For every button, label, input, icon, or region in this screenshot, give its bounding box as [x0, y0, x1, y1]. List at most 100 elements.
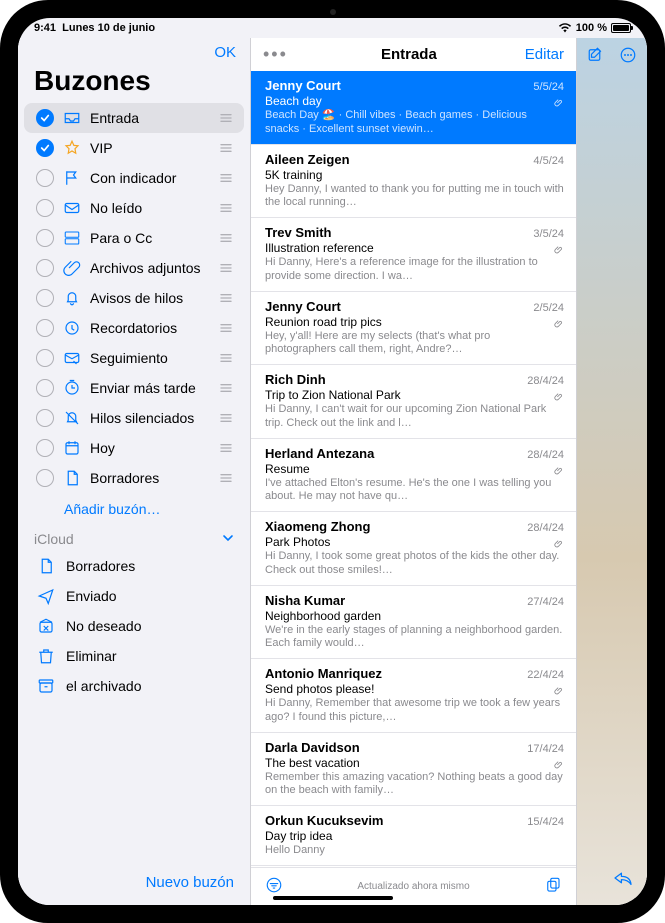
message-row[interactable]: Herland Antezana28/4/24ResumeI've attach… — [251, 439, 576, 513]
ellipsis-circle-icon[interactable] — [617, 44, 639, 66]
mailbox-item-followup[interactable]: Seguimiento — [24, 343, 244, 373]
drag-handle-icon[interactable] — [218, 323, 234, 333]
battery-pct: 100 % — [576, 22, 607, 34]
mailboxes-sidebar: OK Buzones EntradaVIPCon indicadorNo leí… — [18, 38, 251, 905]
mailbox-item-bell[interactable]: Avisos de hilos — [24, 283, 244, 313]
message-row[interactable]: Antonio Manriquez22/4/24Send photos plea… — [251, 659, 576, 733]
list-title: Entrada — [381, 46, 437, 63]
trash-icon — [36, 646, 56, 666]
message-preview: We're in the early stages of planning a … — [265, 624, 564, 652]
drag-handle-icon[interactable] — [218, 143, 234, 153]
ok-button[interactable]: OK — [214, 44, 236, 61]
checkbox[interactable] — [36, 259, 54, 277]
drag-handle-icon[interactable] — [218, 293, 234, 303]
account-folder-archive[interactable]: el archivado — [18, 671, 250, 701]
message-date: 15/4/24 — [527, 816, 564, 828]
message-row[interactable]: Orkun Kucuksevim15/4/24Day trip ideaHell… — [251, 806, 576, 866]
message-sender: Jenny Court — [265, 299, 341, 314]
message-subject: 5K training — [265, 168, 564, 182]
copy-icon[interactable] — [544, 876, 562, 897]
message-sender: Aileen Zeigen — [265, 152, 350, 167]
message-row[interactable]: Trev Smith3/5/24Illustration referenceHi… — [251, 218, 576, 292]
mailbox-label: No leído — [90, 200, 218, 216]
checkbox[interactable] — [36, 139, 54, 157]
message-row[interactable]: Aileen Zeigen4/5/245K trainingHey Danny,… — [251, 145, 576, 219]
account-folder-trash[interactable]: Eliminar — [18, 641, 250, 671]
drag-handle-icon[interactable] — [218, 383, 234, 393]
message-sender: Herland Antezana — [265, 446, 374, 461]
checkbox[interactable] — [36, 289, 54, 307]
message-row[interactable]: Nisha Kumar27/4/24Neighborhood gardenWe'… — [251, 586, 576, 660]
checkbox[interactable] — [36, 109, 54, 127]
doc-icon — [36, 556, 56, 576]
message-subject: Illustration reference — [265, 241, 564, 255]
more-icon[interactable]: ••• — [263, 44, 293, 65]
status-bar: 9:41 Lunes 10 de junio 100 % — [18, 18, 647, 38]
checkbox[interactable] — [36, 229, 54, 247]
drag-handle-icon[interactable] — [218, 113, 234, 123]
mailbox-item-clock[interactable]: Recordatorios — [24, 313, 244, 343]
message-row[interactable]: Jenny Court5/5/24Beach dayBeach Day 🏖️ ·… — [251, 71, 576, 145]
checkbox[interactable] — [36, 349, 54, 367]
checkbox[interactable] — [36, 439, 54, 457]
account-folder-doc[interactable]: Borradores — [18, 551, 250, 581]
drag-handle-icon[interactable] — [218, 473, 234, 483]
archive-icon — [36, 676, 56, 696]
message-preview: Remember this amazing vacation? Nothing … — [265, 771, 564, 799]
message-preview: Beach Day 🏖️ · Chill vibes · Beach games… — [265, 109, 564, 137]
checkbox[interactable] — [36, 379, 54, 397]
account-folder-junk[interactable]: No deseado — [18, 611, 250, 641]
attachment-icon — [554, 316, 564, 334]
mailbox-item-mute[interactable]: Hilos silenciados — [24, 403, 244, 433]
message-row[interactable]: Jenny Court2/5/24Reunion road trip picsH… — [251, 292, 576, 366]
mailbox-label: Recordatorios — [90, 320, 218, 336]
mailbox-item-star[interactable]: VIP — [24, 133, 244, 163]
mailbox-item-sendlater[interactable]: Enviar más tarde — [24, 373, 244, 403]
message-row[interactable]: Darla Davidson17/4/24The best vacationRe… — [251, 733, 576, 807]
attachment-icon — [554, 95, 564, 113]
add-mailbox-button[interactable]: Añadir buzón… — [18, 493, 250, 527]
edit-button[interactable]: Editar — [525, 46, 564, 63]
checkbox[interactable] — [36, 319, 54, 337]
drag-handle-icon[interactable] — [218, 263, 234, 273]
new-mailbox-button[interactable]: Nuevo buzón — [18, 864, 250, 905]
message-preview: Hi Danny, Here's a reference image for t… — [265, 256, 564, 284]
mailbox-item-tocc[interactable]: Para o Cc — [24, 223, 244, 253]
mailbox-item-clip[interactable]: Archivos adjuntos — [24, 253, 244, 283]
message-preview-pane — [577, 38, 647, 905]
checkbox[interactable] — [36, 169, 54, 187]
mailbox-item-doc[interactable]: Borradores — [24, 463, 244, 493]
drag-handle-icon[interactable] — [218, 233, 234, 243]
mailbox-item-flag[interactable]: Con indicador — [24, 163, 244, 193]
checkbox[interactable] — [36, 409, 54, 427]
message-row[interactable]: Rich Dinh28/4/24Trip to Zion National Pa… — [251, 365, 576, 439]
clip-icon — [62, 258, 82, 278]
account-section-header[interactable]: iCloud — [18, 527, 250, 551]
mailbox-item-mail[interactable]: No leído — [24, 193, 244, 223]
drag-handle-icon[interactable] — [218, 413, 234, 423]
attachment-icon — [554, 757, 564, 775]
message-row[interactable]: Xiaomeng Zhong28/4/24Park PhotosHi Danny… — [251, 512, 576, 586]
account-folder-sent[interactable]: Enviado — [18, 581, 250, 611]
tocc-icon — [62, 228, 82, 248]
home-indicator[interactable] — [273, 896, 393, 900]
mailbox-label: Enviar más tarde — [90, 380, 218, 396]
mailbox-label: Hilos silenciados — [90, 410, 218, 426]
filter-icon[interactable] — [265, 876, 283, 897]
drag-handle-icon[interactable] — [218, 353, 234, 363]
mute-icon — [62, 408, 82, 428]
message-sender: Xiaomeng Zhong — [265, 519, 370, 534]
drag-handle-icon[interactable] — [218, 203, 234, 213]
status-date: Lunes 10 de junio — [62, 22, 155, 34]
attachment-icon — [554, 242, 564, 260]
checkbox[interactable] — [36, 469, 54, 487]
reply-icon[interactable] — [613, 862, 633, 905]
compose-icon[interactable] — [585, 44, 607, 66]
mailbox-item-inbox[interactable]: Entrada — [24, 103, 244, 133]
drag-handle-icon[interactable] — [218, 443, 234, 453]
message-subject: Trip to Zion National Park — [265, 388, 564, 402]
folder-label: Eliminar — [66, 648, 117, 664]
mailbox-item-today[interactable]: Hoy — [24, 433, 244, 463]
drag-handle-icon[interactable] — [218, 173, 234, 183]
checkbox[interactable] — [36, 199, 54, 217]
